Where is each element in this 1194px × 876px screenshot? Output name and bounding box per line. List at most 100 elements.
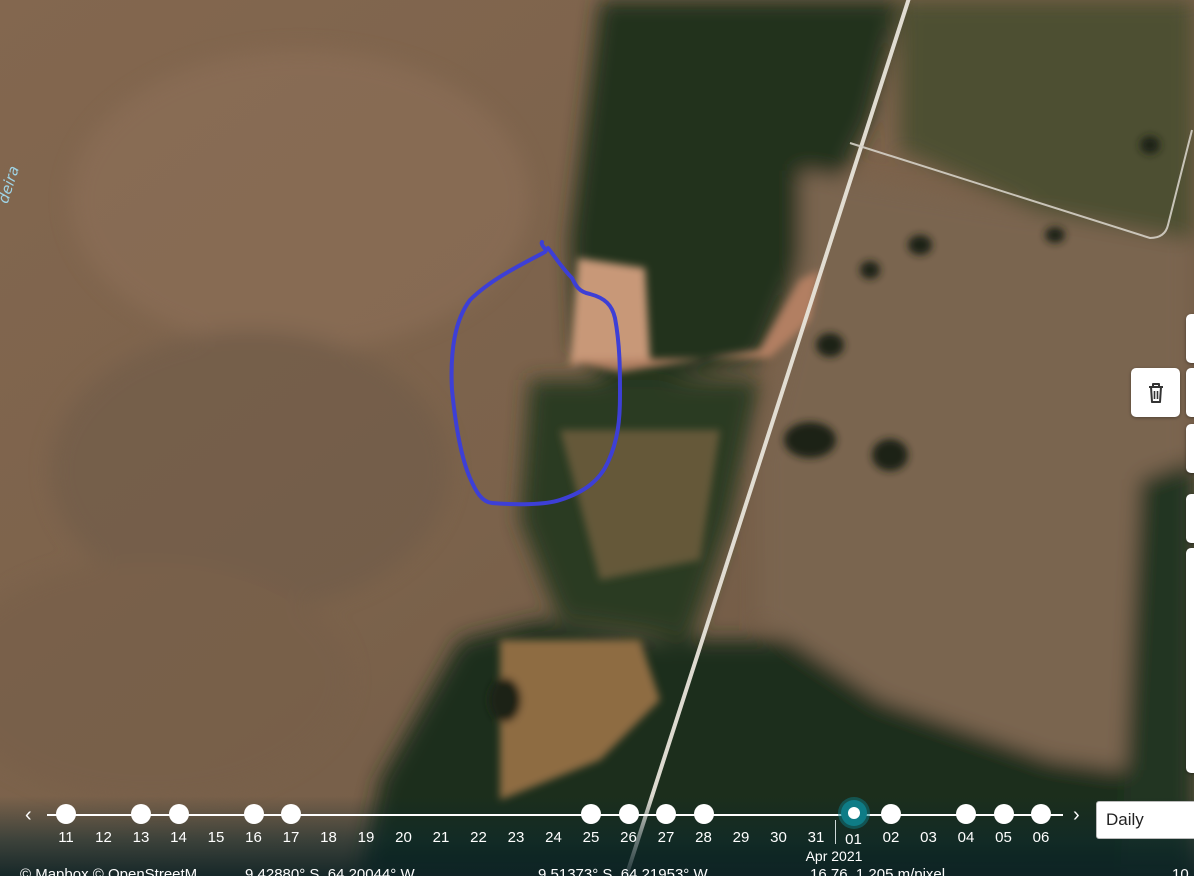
timeline-day[interactable]: 24 [544, 804, 564, 846]
timeline-day[interactable]: 27 [656, 804, 676, 846]
timeline-day[interactable]: 12 [94, 804, 114, 846]
timeline-dot[interactable] [94, 804, 114, 824]
timeline-dot[interactable] [956, 804, 976, 824]
timeline-day-label: 05 [995, 829, 1012, 846]
timeline-day-label: 27 [657, 829, 675, 846]
timeline-day[interactable]: 25 [581, 804, 601, 846]
timeline-dot[interactable] [168, 804, 189, 824]
timeline-dot[interactable] [356, 804, 376, 824]
timeline-day[interactable]: 02 [881, 804, 901, 846]
timeline-dot[interactable] [919, 804, 939, 824]
timeline-day-label: 13 [132, 829, 150, 846]
timeline-dot[interactable] [840, 800, 867, 826]
timeline-dot[interactable] [1031, 804, 1051, 824]
timeline-day-label: 23 [507, 829, 525, 846]
timeline-day-label: 21 [432, 829, 450, 846]
timeline-day[interactable]: 22 [469, 804, 489, 846]
timeline-day-label: 20 [395, 829, 412, 846]
timeline-day-label: 15 [207, 829, 225, 846]
timeline-day[interactable]: 11 [56, 804, 76, 846]
timeline-day-label: 12 [95, 829, 112, 846]
timeline-dot[interactable] [618, 804, 639, 824]
timeline-dot[interactable] [469, 804, 489, 824]
timeline-day[interactable]: 21 [431, 804, 451, 846]
timeline-day-label: 11 [58, 829, 74, 846]
timeline-day-label: 14 [170, 829, 187, 846]
timeline-day[interactable]: 26 [618, 804, 639, 846]
zoom-scale: 16.76, 1.205 m/pixel [810, 866, 946, 876]
timeline-day[interactable]: 29 [731, 804, 751, 846]
timeline-day-label: 03 [920, 829, 937, 846]
timeline-day-label: 24 [545, 829, 562, 846]
timeline-dot[interactable] [993, 804, 1014, 824]
timeline-day-label: 16 [245, 829, 262, 846]
timeline-day[interactable]: 30 [769, 804, 789, 846]
draw-tool-button[interactable] [1186, 314, 1194, 363]
timeline-day-label: 29 [732, 829, 750, 846]
timeline-dot[interactable] [769, 804, 789, 824]
timeline-dot[interactable] [319, 804, 339, 824]
timeline-dot[interactable] [56, 804, 76, 824]
delete-shape-button[interactable] [1131, 368, 1180, 417]
timeline-dot[interactable] [544, 804, 564, 824]
timeline-day[interactable]: 04 [956, 804, 976, 846]
timeline-day[interactable]: 17 [281, 804, 301, 846]
status-bar: © Mapbox © OpenStreetM 9.42880° S, 64.20… [0, 864, 1194, 876]
timeline-dot[interactable] [206, 804, 226, 824]
timeline-day-label: 17 [282, 829, 300, 846]
timeline-dot[interactable] [394, 804, 414, 824]
timeline-day[interactable]: 19 [356, 804, 376, 846]
zoom-in-button[interactable] [1186, 494, 1194, 543]
map-controls-panel[interactable] [1186, 548, 1194, 773]
timeline-day[interactable]: 23 [506, 804, 526, 846]
cursor-coordinates: 9.51373° S, 64.21953° W [538, 866, 708, 876]
timeline-day[interactable]: 06 [1031, 804, 1051, 846]
attribution-text: © Mapbox © OpenStreetM [20, 866, 198, 876]
timeline-dot[interactable] [431, 804, 451, 824]
timeline-day-label: 22 [470, 829, 487, 846]
timeline-day-label: 19 [357, 829, 375, 846]
timeline-day[interactable]: 03 [919, 804, 939, 846]
month-label: Apr 2021 [805, 848, 863, 864]
satellite-map[interactable] [0, 0, 1194, 876]
timeline-day-label: 31 [807, 829, 825, 846]
timeline-day-label: 26 [620, 829, 637, 846]
timeline-dot[interactable] [731, 804, 751, 824]
layers-tool-button[interactable] [1186, 424, 1194, 473]
timeline-day-label: 01 [845, 831, 862, 848]
timeline-dot[interactable] [281, 804, 301, 824]
chevron-right-icon[interactable]: › [1073, 804, 1080, 827]
timeline-day[interactable]: 16 [243, 804, 264, 846]
timeline-day-label: 02 [882, 829, 900, 846]
timeline-dot[interactable] [506, 804, 526, 824]
timeline-day[interactable]: 15 [206, 804, 226, 846]
interval-select[interactable]: Daily [1096, 801, 1194, 839]
timeline-day-label: 25 [582, 829, 600, 846]
status-extra: 10 [1172, 866, 1189, 876]
timeline-dot[interactable] [881, 804, 901, 824]
timeline-day[interactable]: 14 [168, 804, 189, 846]
timeline-day-label: 04 [957, 829, 975, 846]
edit-tool-button[interactable] [1186, 368, 1194, 417]
timeline-dot[interactable] [243, 804, 264, 824]
timeline-day-label: 18 [320, 829, 337, 846]
timeline-day[interactable]: 18 [319, 804, 339, 846]
timeline-day[interactable]: 13 [131, 804, 151, 846]
timeline-dot[interactable] [806, 804, 826, 824]
timeline-dot[interactable] [693, 804, 714, 824]
timeline-dot[interactable] [656, 804, 676, 824]
timeline-day-label: 28 [695, 829, 712, 846]
timeline-dot[interactable] [131, 804, 151, 824]
month-separator [835, 820, 836, 844]
timeline-day[interactable]: 28 [693, 804, 714, 846]
chevron-left-icon[interactable]: ‹ [25, 804, 32, 827]
timeline-dot[interactable] [581, 804, 601, 824]
timeline-day-label: 30 [770, 829, 787, 846]
timeline-day[interactable]: 20 [394, 804, 414, 846]
timeline-day[interactable]: 05 [993, 804, 1014, 846]
center-coordinates: 9.42880° S, 64.20044° W [245, 866, 415, 876]
timeline-day[interactable]: 31 [806, 804, 826, 846]
trash-icon [1148, 382, 1163, 403]
timeline-day-selected[interactable]: 01 [840, 800, 867, 848]
timeline-day-label: 06 [1032, 829, 1050, 846]
